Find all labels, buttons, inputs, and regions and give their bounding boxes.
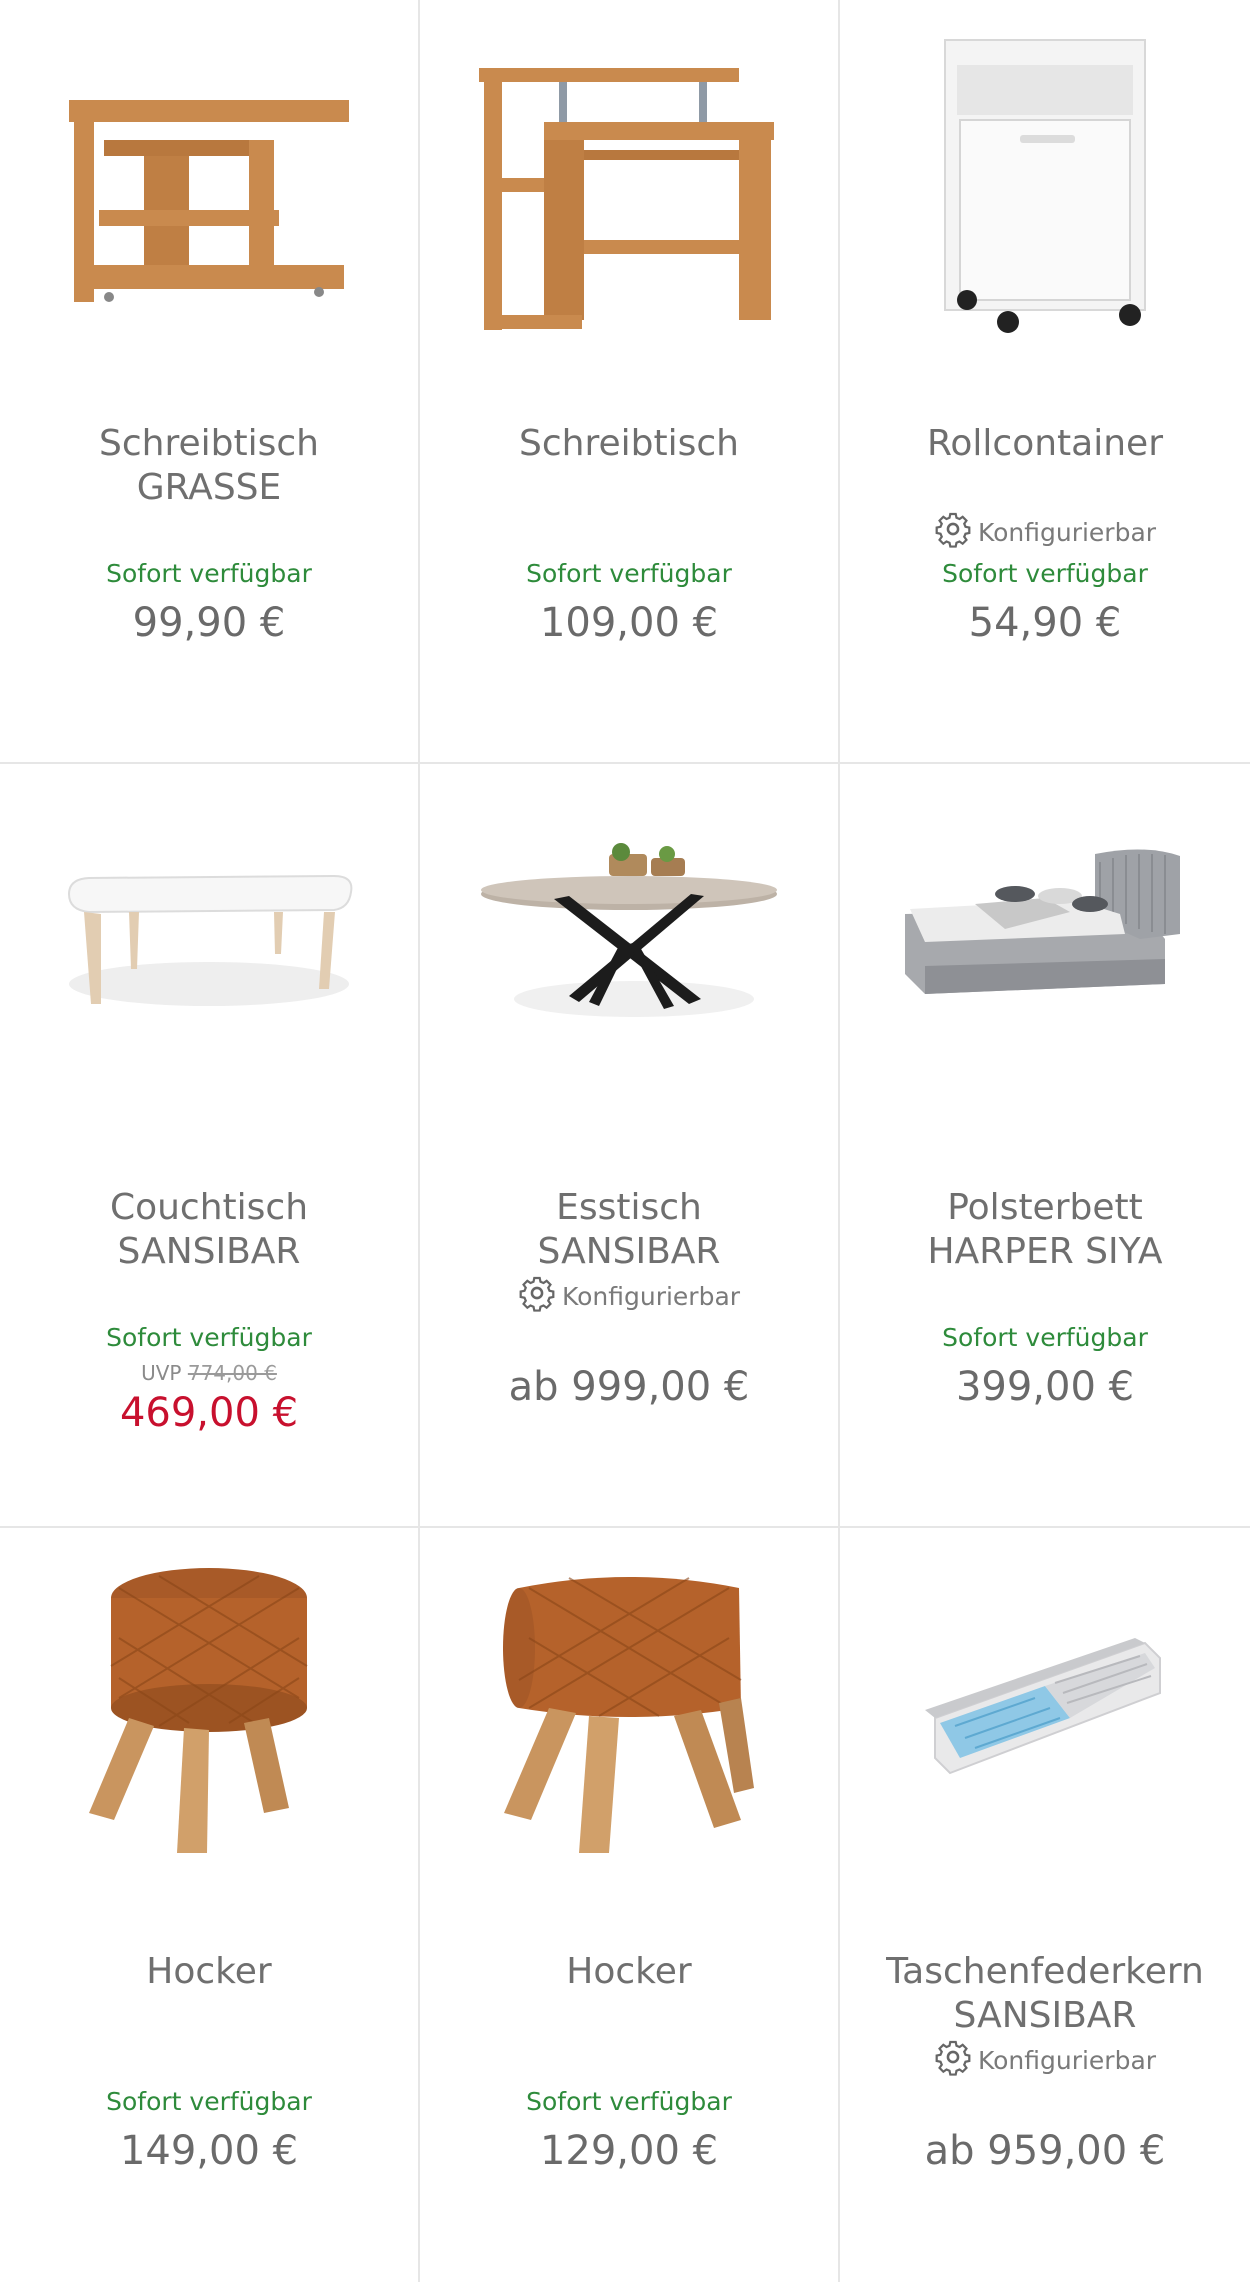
product-price: 109,00 €	[539, 600, 719, 646]
product-title[interactable]: Schreibtisch	[464, 422, 794, 512]
product-title[interactable]: Rollcontainer	[880, 422, 1210, 512]
availability-status: Sofort verfügbar	[106, 2087, 312, 2116]
product-grid: Schreibtisch GRASSE Sofort verfügbar 99,…	[0, 0, 1250, 2282]
configurable-label: Konfigurierbar	[977, 517, 1157, 547]
product-card[interactable]: Esstisch SANSIBAR Konfigurierbar ab 999,…	[420, 764, 838, 1526]
availability-status: Sofort verfügbar	[106, 1323, 312, 1352]
availability-status: Sofort verfügbar	[526, 559, 732, 588]
product-image[interactable]	[459, 1538, 799, 1878]
gear-icon	[934, 2038, 972, 2082]
product-price: ab 999,00 €	[508, 1364, 750, 1410]
product-price: ab 959,00 €	[924, 2128, 1166, 2174]
product-image[interactable]	[875, 774, 1215, 1114]
product-image[interactable]	[875, 1538, 1215, 1878]
availability-status: Sofort verfügbar	[942, 559, 1148, 588]
product-title[interactable]: Schreibtisch GRASSE	[44, 422, 374, 512]
product-image[interactable]	[459, 774, 799, 1114]
product-price: 54,90 €	[968, 600, 1122, 646]
configurable-badge: Konfigurierbar	[934, 2040, 1156, 2080]
product-card[interactable]: Hocker Sofort verfügbar 129,00 €	[420, 1528, 838, 2282]
gear-icon	[518, 1274, 556, 1318]
product-image[interactable]	[39, 10, 379, 350]
configurable-label: Konfigurierbar	[561, 1281, 741, 1311]
product-price: 399,00 €	[955, 1364, 1135, 1410]
product-title[interactable]: Couchtisch SANSIBAR	[44, 1186, 374, 1276]
product-card[interactable]: Hocker Sofort verfügbar 149,00 €	[0, 1528, 418, 2282]
product-title[interactable]: Hocker	[44, 1950, 374, 2040]
uvp-price: 774,00 €	[187, 1361, 277, 1385]
product-price: 149,00 €	[119, 2128, 299, 2174]
product-title[interactable]: Esstisch SANSIBAR	[464, 1186, 794, 1276]
sale-price: 469,00 €	[119, 1390, 299, 1436]
configurable-badge: Konfigurierbar	[518, 1276, 740, 1316]
gear-icon	[934, 510, 972, 554]
product-card[interactable]: Schreibtisch Sofort verfügbar 109,00 €	[420, 0, 838, 762]
product-card[interactable]: Polsterbett HARPER SIYA Sofort verfügbar…	[840, 764, 1250, 1526]
product-price: 99,90 €	[132, 600, 286, 646]
product-image[interactable]	[39, 1538, 379, 1878]
availability-status: Sofort verfügbar	[106, 559, 312, 588]
product-card[interactable]: Rollcontainer Konfigurierbar Sofort verf…	[840, 0, 1250, 762]
configurable-badge: Konfigurierbar	[934, 512, 1156, 552]
product-image[interactable]	[875, 10, 1215, 350]
availability-status: Sofort verfügbar	[942, 1323, 1148, 1352]
product-title[interactable]: Polsterbett HARPER SIYA	[880, 1186, 1210, 1276]
product-card[interactable]: Couchtisch SANSIBAR Sofort verfügbar UVP…	[0, 764, 418, 1526]
product-title[interactable]: Hocker	[464, 1950, 794, 2040]
product-image[interactable]	[39, 774, 379, 1114]
product-image[interactable]	[459, 10, 799, 350]
product-price: 129,00 €	[539, 2128, 719, 2174]
uvp-label: UVP	[141, 1361, 182, 1385]
uvp-line: UVP 774,00 €	[141, 1360, 277, 1386]
product-card[interactable]: Taschenfederkern SANSIBAR Konfigurierbar…	[840, 1528, 1250, 2282]
configurable-label: Konfigurierbar	[977, 2045, 1157, 2075]
product-card[interactable]: Schreibtisch GRASSE Sofort verfügbar 99,…	[0, 0, 418, 762]
availability-status: Sofort verfügbar	[526, 2087, 732, 2116]
product-title[interactable]: Taschenfederkern SANSIBAR	[880, 1950, 1210, 2040]
